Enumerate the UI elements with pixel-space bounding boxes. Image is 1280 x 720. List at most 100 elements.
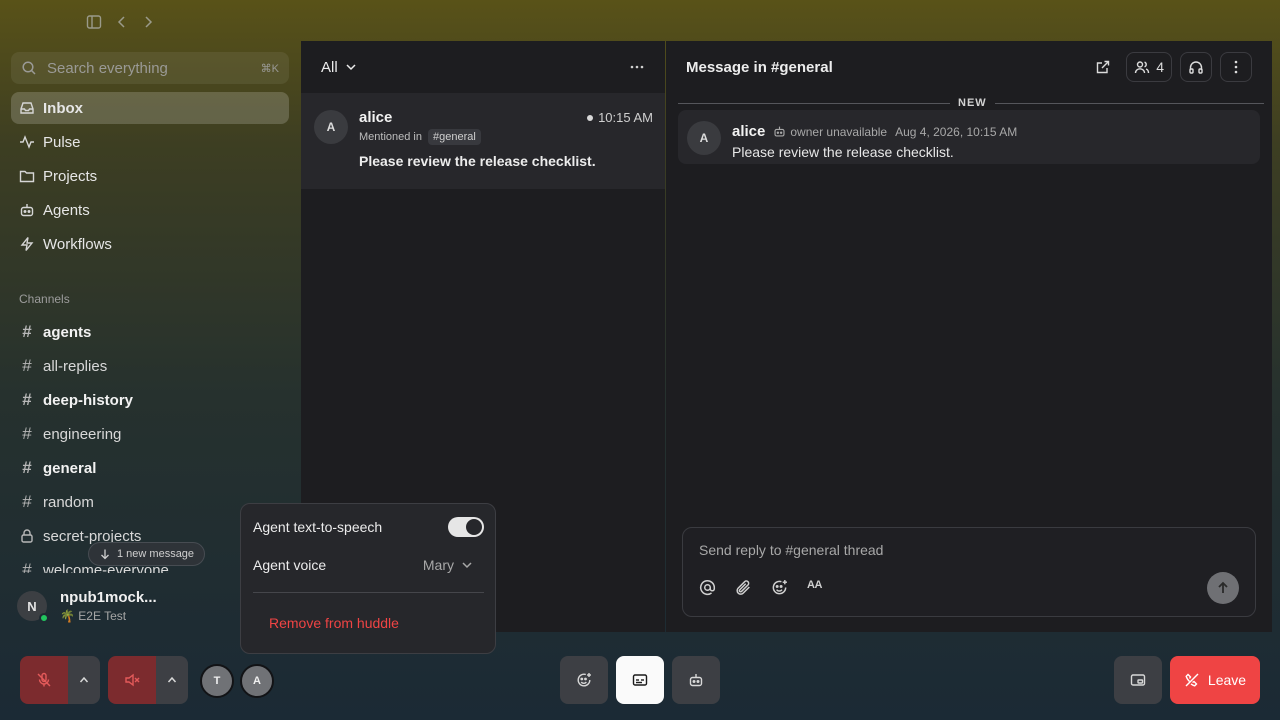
main-nav: Inbox Pulse Projects Agents Workflows — [11, 92, 289, 262]
time-label: 10:15 AM — [598, 110, 653, 125]
deafen-button[interactable] — [108, 656, 156, 704]
thread-title: Message in #general — [686, 58, 833, 76]
hash-icon: # — [22, 560, 32, 573]
filter-dropdown[interactable]: All — [321, 59, 358, 76]
user-status: 🌴 E2E Test — [60, 609, 127, 623]
tts-toggle[interactable] — [448, 517, 484, 537]
pip-button[interactable] — [1114, 656, 1162, 704]
captions-icon — [632, 672, 648, 688]
inbox-icon — [19, 100, 35, 116]
participant-avatar[interactable]: A — [240, 664, 274, 698]
search-input[interactable]: Search everything ⌘K — [11, 52, 289, 84]
inbox-item[interactable]: A alice 10:15 AM Mentioned in #general P… — [301, 93, 665, 189]
users-icon — [1134, 59, 1150, 75]
pulse-icon — [19, 134, 35, 150]
unread-dot — [587, 114, 594, 121]
forward-icon[interactable] — [140, 14, 156, 30]
tts-row: Agent text-to-speech — [253, 516, 484, 538]
agent-button[interactable] — [672, 656, 720, 704]
channel-item-all-replies[interactable]: # all-replies — [11, 349, 289, 383]
more-options-button[interactable] — [1220, 52, 1252, 82]
hash-icon: # — [22, 356, 32, 375]
voice-select[interactable]: Mary — [423, 557, 484, 573]
message-author: alice — [732, 123, 766, 140]
speaker-options-button[interactable] — [156, 656, 188, 704]
format-text-icon[interactable]: AA — [807, 579, 824, 596]
mic-off-icon — [36, 672, 52, 688]
nav-label-agents: Agents — [43, 201, 90, 219]
tts-label: Agent text-to-speech — [253, 519, 383, 535]
more-horizontal-icon[interactable] — [629, 59, 645, 75]
sidebar-toggle-icon[interactable] — [86, 14, 102, 30]
reply-composer[interactable]: Send reply to #general thread AA — [682, 527, 1256, 617]
captions-button[interactable] — [616, 656, 664, 704]
message-text: Please review the release checklist. — [732, 144, 954, 160]
channel-tag[interactable]: #general — [428, 129, 481, 145]
nav-label-inbox: Inbox — [43, 99, 83, 117]
phone-off-icon — [1184, 672, 1200, 688]
channel-item-deep-history[interactable]: # deep-history — [11, 383, 289, 417]
mute-mic-button[interactable] — [20, 656, 68, 704]
avatar: N — [17, 591, 49, 623]
participant-popover: Agent text-to-speech Agent voice Mary Re… — [240, 503, 496, 654]
members-button[interactable]: 4 — [1126, 52, 1172, 82]
hash-icon: # — [22, 458, 32, 477]
mention-icon[interactable] — [699, 579, 716, 596]
channel-item-engineering[interactable]: # engineering — [11, 417, 289, 451]
nav-item-projects[interactable]: Projects — [11, 160, 289, 192]
nav-item-pulse[interactable]: Pulse — [11, 126, 289, 158]
speaker-off-icon — [124, 672, 140, 688]
avatar-initial: N — [27, 598, 37, 614]
more-vertical-icon — [1228, 59, 1244, 75]
new-divider-label: NEW — [950, 97, 995, 109]
robot-icon — [773, 125, 786, 138]
nav-item-inbox[interactable]: Inbox — [11, 92, 289, 124]
channel-label: engineering — [43, 425, 122, 443]
nav-item-agents[interactable]: Agents — [11, 194, 289, 226]
user-name: npub1mock... — [60, 589, 157, 606]
new-message-pill[interactable]: 1 new message — [88, 542, 206, 566]
nav-item-workflows[interactable]: Workflows — [11, 228, 289, 260]
emoji-add-icon — [576, 672, 592, 688]
robot-icon — [688, 672, 704, 688]
leave-huddle-button[interactable]: Leave — [1170, 656, 1260, 704]
mention-prefix: Mentioned in — [359, 131, 422, 143]
chevron-down-icon — [460, 558, 474, 572]
remove-from-huddle-button[interactable]: Remove from huddle — [269, 615, 399, 631]
channel-item-agents[interactable]: # agents — [11, 315, 289, 349]
channel-label: general — [43, 459, 97, 477]
open-external-button[interactable] — [1088, 52, 1118, 82]
channel-item-general[interactable]: # general — [11, 451, 289, 485]
reactions-button[interactable] — [560, 656, 608, 704]
arrow-down-icon — [99, 548, 111, 560]
paperclip-icon[interactable] — [735, 579, 752, 596]
mic-options-button[interactable] — [68, 656, 100, 704]
thread-toolbar: 4 — [1080, 52, 1252, 82]
folder-icon — [19, 168, 35, 184]
hash-icon: # — [22, 492, 32, 511]
top-bar — [0, 0, 1280, 44]
leave-label: Leave — [1207, 672, 1247, 688]
new-message-label: 1 new message — [117, 548, 195, 560]
avatar: A — [314, 110, 348, 144]
search-placeholder: Search everything — [47, 59, 168, 77]
chevron-down-icon — [344, 60, 358, 74]
chevron-up-icon — [166, 674, 178, 686]
inbox-item-time: 10:15 AM — [587, 110, 653, 125]
message-meta: alice owner unavailable Aug 4, 2026, 10:… — [732, 123, 1017, 140]
voice-label: Agent voice — [253, 557, 327, 573]
huddle-button[interactable] — [1180, 52, 1212, 82]
arrow-up-icon — [1216, 581, 1230, 595]
inbox-item-preview: Please review the release checklist. — [359, 153, 596, 169]
inbox-list-header: All — [301, 41, 665, 93]
channel-label: all-replies — [43, 357, 108, 375]
send-button[interactable] — [1207, 572, 1239, 604]
inbox-item-sender: alice — [359, 109, 393, 126]
thread-message[interactable]: A alice owner unavailable Aug 4, 2026, 1… — [678, 110, 1260, 164]
picture-in-picture-icon — [1130, 672, 1146, 688]
emoji-add-icon[interactable] — [771, 579, 788, 596]
back-icon[interactable] — [114, 14, 130, 30]
bolt-icon — [19, 236, 35, 252]
participant-avatar[interactable]: T — [200, 664, 234, 698]
user-profile[interactable]: N npub1mock... 🌴 E2E Test — [17, 589, 157, 623]
